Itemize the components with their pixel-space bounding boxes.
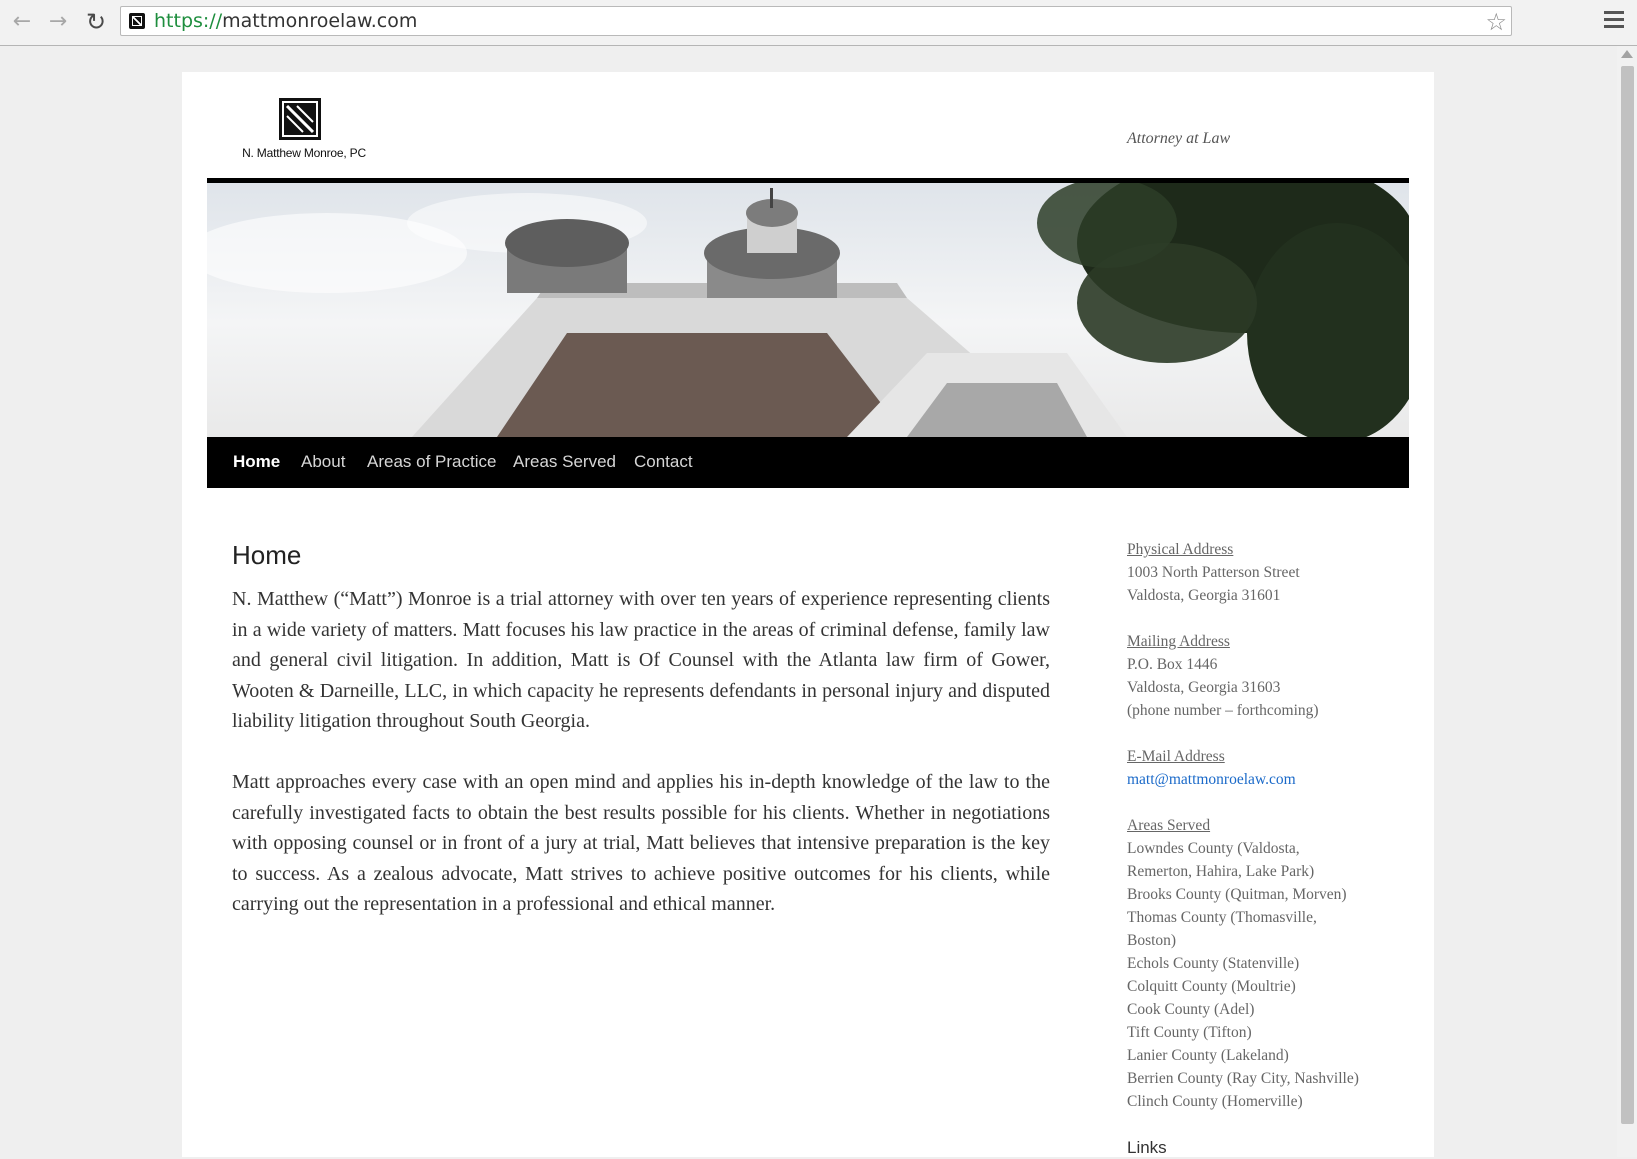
area-line: Lanier County (Lakeland) [1127,1047,1289,1064]
content-paragraph: N. Matthew (“Matt”) Monroe is a trial at… [232,588,1050,733]
address-bar[interactable]: https://mattmonroelaw.com ☆ [120,6,1512,36]
scrollbar-thumb[interactable] [1621,66,1634,1124]
bookmark-star-icon[interactable]: ☆ [1485,8,1507,36]
site-tagline: Attorney at Law [1127,130,1231,147]
url-text[interactable]: https://mattmonroelaw.com [154,10,417,32]
forward-arrow-icon[interactable]: → [44,8,72,36]
url-scheme: https:// [154,10,223,32]
areas-served-block: Areas Served Lowndes County (Valdosta, R… [1127,814,1407,1113]
hamburger-menu-icon[interactable] [1604,11,1624,33]
area-line: Remerton, Hahira, Lake Park) [1127,863,1315,880]
area-line: Clinch County (Homerville) [1127,1093,1303,1110]
nav-item-contact[interactable]: Contact [634,452,693,472]
nav-item-areas-of-practice[interactable]: Areas of Practice [367,452,496,472]
area-line: Cook County (Adel) [1127,1001,1255,1018]
site-logo[interactable]: N. Matthew Monroe, PC [234,98,374,168]
email-heading: E-Mail Address [1127,748,1225,765]
area-line: Tift County (Tifton) [1127,1024,1252,1041]
areas-served-heading: Areas Served [1127,817,1211,834]
area-line: Echols County (Statenville) [1127,955,1300,972]
email-block: E-Mail Address matt@mattmonroelaw.com [1127,745,1407,791]
area-line: Thomas County (Thomasville, [1127,909,1317,926]
nav-item-about[interactable]: About [301,452,345,472]
nav-item-areas-served[interactable]: Areas Served [513,452,616,472]
back-arrow-icon[interactable]: ← [8,8,36,36]
sidebar: Physical Address 1003 North Patterson St… [1127,538,1407,1159]
main-navigation: Home About Areas of Practice Areas Serve… [207,437,1409,488]
area-line: Berrien County (Ray City, Nashville) [1127,1070,1359,1087]
browser-toolbar: ← → ↻ https://mattmonroelaw.com ☆ [0,0,1637,46]
area-line: Brooks County (Quitman, Morven) [1127,886,1347,903]
physical-address-line: 1003 North Patterson Street [1127,564,1300,581]
site-favicon-icon [129,13,145,29]
logo-mark-icon [279,98,321,140]
header-banner-image [207,183,1409,437]
area-line: Lowndes County (Valdosta, [1127,840,1300,857]
email-link[interactable]: matt@mattmonroelaw.com [1127,771,1296,788]
reload-icon[interactable]: ↻ [82,8,110,36]
logo-firm-name: N. Matthew Monroe, PC [242,146,366,160]
physical-address-heading: Physical Address [1127,541,1234,558]
area-line: Boston) [1127,932,1177,949]
mailing-address-line: P.O. Box 1446 [1127,656,1218,673]
physical-address-line: Valdosta, Georgia 31601 [1127,587,1281,604]
nav-item-home[interactable]: Home [233,452,280,472]
physical-address-block: Physical Address 1003 North Patterson St… [1127,538,1407,607]
phone-note: (phone number – forthcoming) [1127,702,1319,719]
content-paragraph: Matt approaches every case with an open … [232,770,1050,916]
main-content: N. Matthew (“Matt”) Monroe is a trial at… [232,584,1050,950]
scroll-up-arrow-icon[interactable] [1621,50,1633,58]
mailing-address-line: Valdosta, Georgia 31603 [1127,679,1281,696]
mailing-address-block: Mailing Address P.O. Box 1446 Valdosta, … [1127,630,1407,722]
url-host: mattmonroelaw.com [222,10,418,32]
mailing-address-heading: Mailing Address [1127,633,1230,650]
page-title: Home [232,540,302,570]
page-container: N. Matthew Monroe, PC Attorney at Law Ho… [182,72,1434,1157]
links-heading: Links [1127,1138,1167,1157]
vertical-scrollbar[interactable] [1617,46,1637,1157]
area-line: Colquitt County (Moultrie) [1127,978,1296,995]
